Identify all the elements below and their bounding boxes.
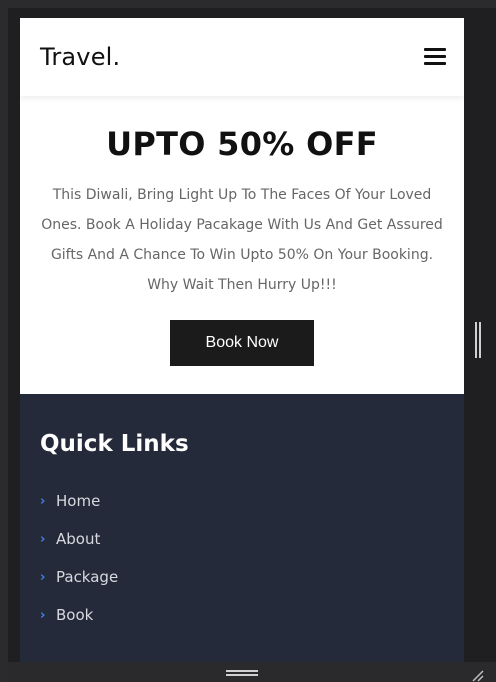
footer-quick-links: Quick Links › Home › About › Package › B… bbox=[20, 394, 464, 662]
site-logo[interactable]: Travel. bbox=[40, 42, 120, 72]
chevron-right-icon: › bbox=[40, 531, 46, 547]
banner-title: UPTO 50% OFF bbox=[106, 125, 378, 163]
banner-description: This Diwali, Bring Light Up To The Faces… bbox=[41, 187, 443, 293]
chevron-right-icon: › bbox=[40, 569, 46, 585]
promo-banner: UPTO 50% OFF This Diwali, Bring Light Up… bbox=[20, 96, 464, 394]
menu-line bbox=[424, 62, 446, 65]
menu-line bbox=[424, 55, 446, 58]
book-now-button[interactable]: Book Now bbox=[170, 320, 314, 366]
bottom-resize-handle[interactable] bbox=[226, 670, 258, 676]
menu-line bbox=[424, 48, 446, 51]
site-header: Travel. bbox=[20, 18, 464, 96]
chevron-right-icon: › bbox=[40, 607, 46, 623]
quick-link-label: Package bbox=[56, 568, 119, 586]
hamburger-menu-icon[interactable] bbox=[424, 48, 446, 66]
quick-link-package[interactable]: › Package bbox=[40, 558, 118, 596]
quick-link-book[interactable]: › Book bbox=[40, 596, 118, 634]
quick-link-label: Book bbox=[56, 606, 94, 624]
quick-links-title: Quick Links bbox=[40, 431, 189, 457]
page-viewport: Travel. UPTO 50% OFF This Diwali, Bring … bbox=[20, 18, 464, 662]
vertical-resize-handle[interactable] bbox=[475, 322, 481, 358]
quick-link-home[interactable]: › Home bbox=[40, 482, 118, 520]
quick-link-label: Home bbox=[56, 492, 101, 510]
resize-grip-icon[interactable] bbox=[470, 668, 484, 682]
quick-link-label: About bbox=[56, 530, 101, 548]
chevron-right-icon: › bbox=[40, 493, 46, 509]
quick-links-list: › Home › About › Package › Book bbox=[40, 482, 118, 634]
quick-link-about[interactable]: › About bbox=[40, 520, 118, 558]
